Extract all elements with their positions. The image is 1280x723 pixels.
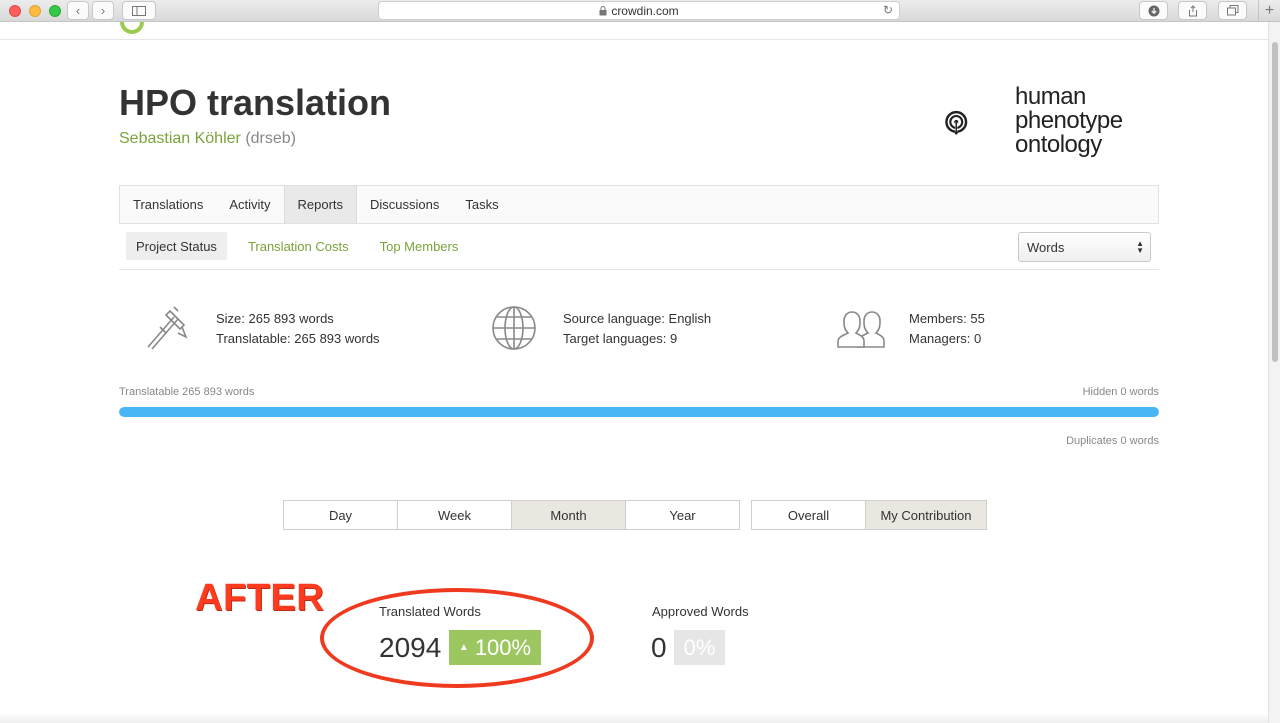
tab-tasks[interactable]: Tasks [452, 186, 511, 223]
approved-words-value: 0 [651, 632, 667, 663]
logo-line-2: phenotype [1015, 107, 1123, 134]
page-title: HPO translation [119, 82, 392, 123]
sidebar-toggle-button[interactable] [122, 1, 156, 20]
source-language-value: Source language: English [563, 311, 712, 326]
back-button[interactable]: ‹ [67, 1, 89, 20]
unit-select[interactable]: Words ▲ ▼ [1018, 232, 1151, 262]
logo-line-1: human [1015, 83, 1086, 110]
sidebar-icon [132, 5, 146, 16]
owner-handle: (drseb) [245, 130, 296, 147]
period-button-group: Day Week Month Year [283, 500, 740, 530]
scope-my-contribution-button[interactable]: My Contribution [865, 500, 987, 530]
translatable-bar-label: Translatable 265 893 words [119, 386, 255, 398]
translated-words-value: 2094 [379, 632, 442, 663]
select-arrows-icon: ▲ ▼ [1136, 239, 1144, 255]
hpo-logo-icon [945, 110, 968, 135]
period-week-button[interactable]: Week [397, 500, 512, 530]
hidden-words-label: Hidden 0 words [1082, 386, 1159, 398]
hpo-logo-text: human phenotype ontology [1015, 85, 1123, 157]
download-icon [1148, 5, 1159, 16]
translatable-value: Translatable: 265 893 words [216, 331, 380, 346]
managers-value: Managers: 0 [909, 331, 982, 346]
members-icon [837, 311, 885, 348]
period-month-button[interactable]: Month [511, 500, 626, 530]
project-owner: Sebastian Köhler (drseb) [119, 130, 296, 148]
share-button[interactable] [1178, 1, 1207, 20]
new-tab-button[interactable]: + [1258, 0, 1280, 22]
reload-icon[interactable]: ↻ [883, 3, 893, 17]
tabs-icon [1226, 5, 1238, 16]
address-text: crowdin.com [611, 3, 679, 18]
downloads-button[interactable] [1139, 1, 1168, 20]
arrow-up-icon: ▲ [458, 642, 469, 653]
report-subtabs: Project Status Translation Costs Top Mem… [119, 232, 1159, 270]
size-stats: Size: 265 893 words Translatable: 265 89… [216, 309, 380, 349]
page-bottom-edge [0, 713, 1268, 723]
period-year-button[interactable]: Year [625, 500, 740, 530]
tab-reports[interactable]: Reports [283, 186, 358, 223]
project-tabs: Translations Activity Reports Discussion… [119, 185, 1159, 224]
chevron-right-icon: › [100, 3, 106, 18]
zoom-window-button[interactable] [49, 5, 61, 17]
page-scrollbar[interactable] [1268, 22, 1280, 723]
plus-icon: + [1264, 2, 1275, 19]
address-bar[interactable]: crowdin.com ↻ [378, 1, 900, 20]
subtab-top-members[interactable]: Top Members [370, 232, 469, 260]
subtab-translation-costs[interactable]: Translation Costs [238, 232, 359, 260]
translated-words-label: Translated Words [379, 604, 481, 619]
logo-line-3: ontology [1015, 131, 1102, 158]
members-stats: Members: 55 Managers: 0 [909, 309, 985, 349]
scope-overall-button[interactable]: Overall [751, 500, 866, 530]
tab-discussions[interactable]: Discussions [357, 186, 452, 223]
close-window-button[interactable] [9, 5, 21, 17]
after-annotation: AFTER [195, 577, 325, 619]
translatable-progress-bar [119, 407, 1159, 417]
owner-name-link[interactable]: Sebastian Köhler [119, 130, 241, 147]
site-header-partial [0, 22, 1268, 40]
lock-icon [599, 5, 607, 15]
chevron-left-icon: ‹ [75, 3, 81, 18]
size-value: Size: 265 893 words [216, 311, 334, 326]
duplicates-label: Duplicates 0 words [1066, 435, 1159, 447]
tabs-overview-button[interactable] [1218, 1, 1247, 20]
translated-percent-value: 100% [474, 634, 532, 660]
approved-percent-badge: 0% [674, 630, 725, 665]
scrollbar-thumb[interactable] [1272, 42, 1278, 362]
tab-activity[interactable]: Activity [216, 186, 283, 223]
approved-percent-value: 0% [683, 634, 716, 660]
browser-toolbar: ‹ › crowdin.com ↻ + [0, 0, 1280, 22]
language-stats: Source language: English Target language… [563, 309, 711, 349]
translated-percent-badge: ▲ 100% [449, 630, 541, 665]
target-languages-value: Target languages: 9 [563, 331, 678, 346]
progress-bar-fill [119, 407, 1159, 417]
share-icon [1188, 4, 1197, 16]
scope-button-group: Overall My Contribution [751, 500, 987, 530]
globe-icon [492, 306, 536, 350]
crowdin-logo-icon[interactable] [120, 22, 144, 34]
minimize-window-button[interactable] [29, 5, 41, 17]
unit-select-value: Words [1027, 239, 1065, 255]
forward-button[interactable]: › [92, 1, 114, 20]
caliper-icon [147, 306, 188, 350]
period-day-button[interactable]: Day [283, 500, 398, 530]
tab-translations[interactable]: Translations [120, 186, 216, 223]
subtab-project-status[interactable]: Project Status [126, 232, 227, 260]
approved-words-label: Approved Words [652, 604, 749, 619]
members-value: Members: 55 [909, 311, 985, 326]
